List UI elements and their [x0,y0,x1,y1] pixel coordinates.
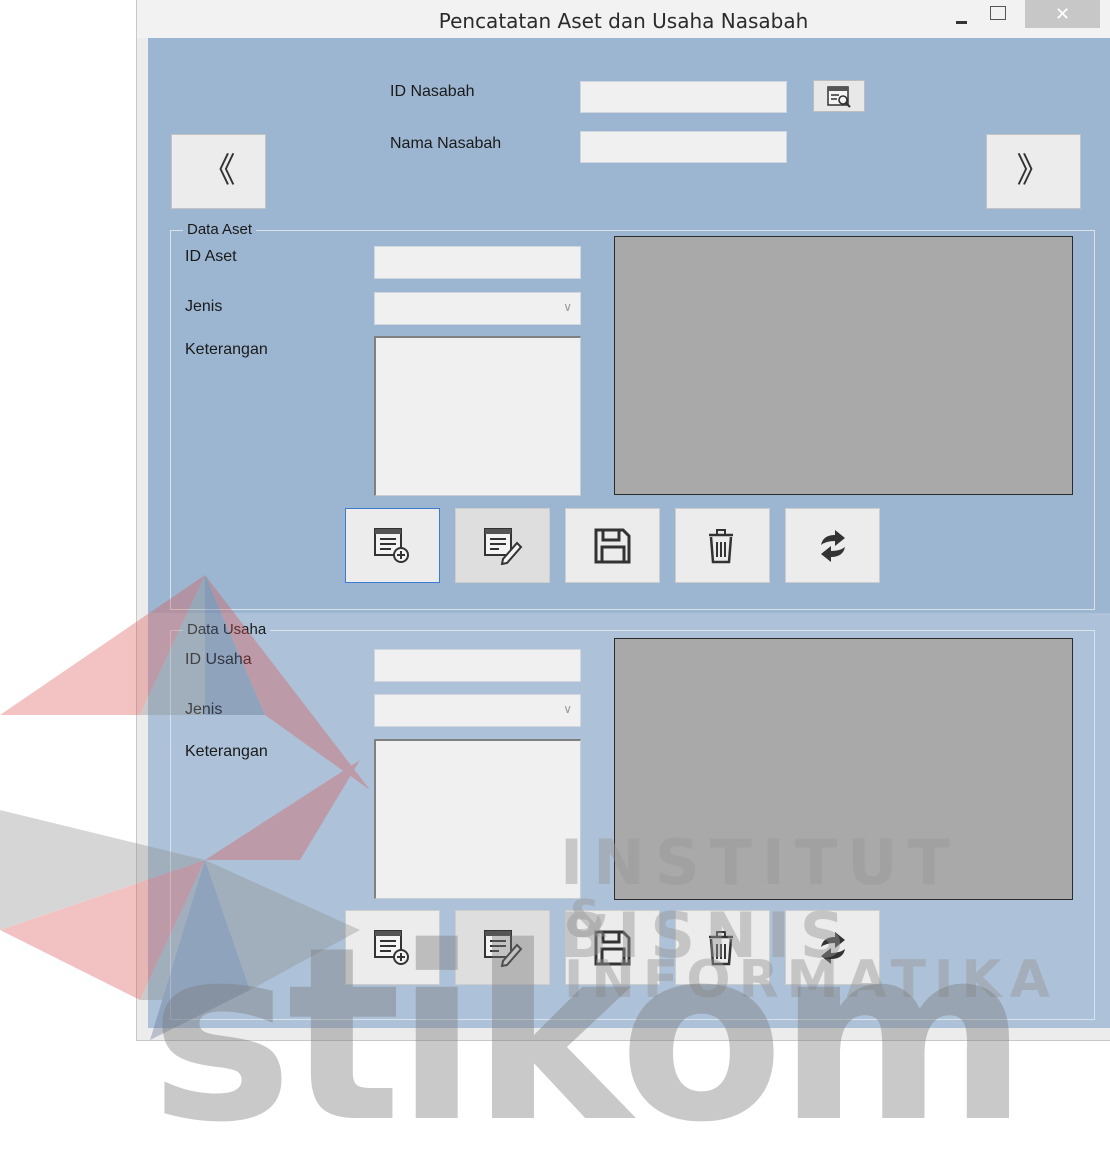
keterangan-usaha-label: Keterangan [185,743,268,760]
keterangan-aset-label: Keterangan [185,341,268,358]
close-button[interactable]: ✕ [1025,0,1100,28]
jenis-aset-select[interactable]: ∨ [374,292,581,325]
add-aset-button[interactable] [345,508,440,583]
search-list-icon [827,86,851,108]
keterangan-usaha-textarea[interactable] [374,739,581,899]
id-usaha-input[interactable] [374,649,581,682]
add-record-icon [374,528,409,563]
nama-nasabah-label: Nama Nasabah [390,135,502,152]
data-usaha-title: Data Usaha [183,621,271,638]
save-usaha-button[interactable] [565,910,660,985]
add-record-icon [374,930,409,965]
refresh-icon [821,932,845,964]
edit-record-icon [484,528,523,565]
usaha-image-preview [614,638,1073,900]
search-customer-button[interactable] [813,80,865,112]
refresh-icon [821,530,845,562]
data-aset-title: Data Aset [183,221,257,238]
title-bar: Pencatatan Aset dan Usaha Nasabah ✕ [137,0,1110,38]
id-aset-input[interactable] [374,246,581,279]
delete-icon [709,931,733,966]
jenis-usaha-label: Jenis [185,701,223,718]
edit-record-icon [484,930,523,967]
save-icon [594,528,631,564]
aset-image-preview [614,236,1073,495]
delete-aset-button[interactable] [675,508,770,583]
id-nasabah-label: ID Nasabah [390,83,475,100]
refresh-aset-button[interactable] [785,508,880,583]
add-usaha-button[interactable] [345,910,440,985]
data-usaha-section: Data Usaha ID Usaha Jenis ∨ Keterangan [148,613,1110,1028]
keterangan-aset-textarea[interactable] [374,336,581,496]
jenis-aset-label: Jenis [185,298,223,315]
nama-nasabah-input[interactable] [580,131,787,163]
app-window: Pencatatan Aset dan Usaha Nasabah ✕ ID N… [137,0,1110,1040]
minimize-button[interactable] [951,12,973,30]
save-aset-button[interactable] [565,508,660,583]
id-nasabah-input[interactable] [580,81,787,113]
next-record-button[interactable]: 》 [986,134,1081,209]
edit-aset-button[interactable] [455,508,550,583]
id-aset-label: ID Aset [185,248,237,265]
jenis-usaha-select[interactable]: ∨ [374,694,581,727]
edit-usaha-button[interactable] [455,910,550,985]
refresh-usaha-button[interactable] [785,910,880,985]
chevron-down-icon: ∨ [563,702,572,716]
maximize-button[interactable] [990,6,1006,20]
delete-icon [709,529,733,564]
client-area: ID Nasabah Nama Nasabah 《 》 Data Aset ID… [148,38,1110,1028]
save-icon [594,930,631,966]
chevron-down-icon: ∨ [563,300,572,314]
delete-usaha-button[interactable] [675,910,770,985]
id-usaha-label: ID Usaha [185,651,252,668]
previous-record-button[interactable]: 《 [171,134,266,209]
